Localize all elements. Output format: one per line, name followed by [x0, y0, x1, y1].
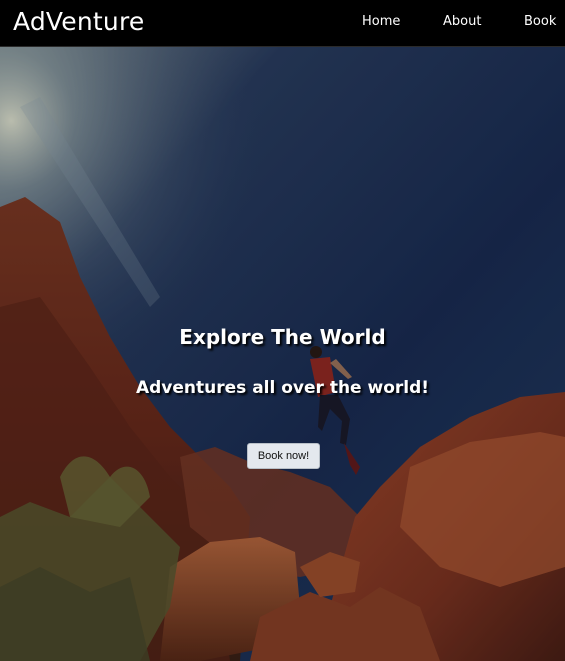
nav-link-book[interactable]: Book	[524, 14, 556, 30]
hero-title: Explore The World	[179, 325, 386, 349]
hero-subtitle: Adventures all over the world!	[135, 378, 430, 398]
hero-section: Explore The World Adventures all over th…	[0, 47, 565, 661]
nav-link-about[interactable]: About	[443, 14, 481, 30]
navbar: AdVenture Home About Book	[0, 0, 565, 47]
nav-link-home[interactable]: Home	[362, 14, 400, 30]
book-now-button[interactable]: Book now!	[247, 443, 320, 469]
hero-background-image	[0, 47, 565, 661]
brand-logo[interactable]: AdVenture	[13, 5, 144, 39]
